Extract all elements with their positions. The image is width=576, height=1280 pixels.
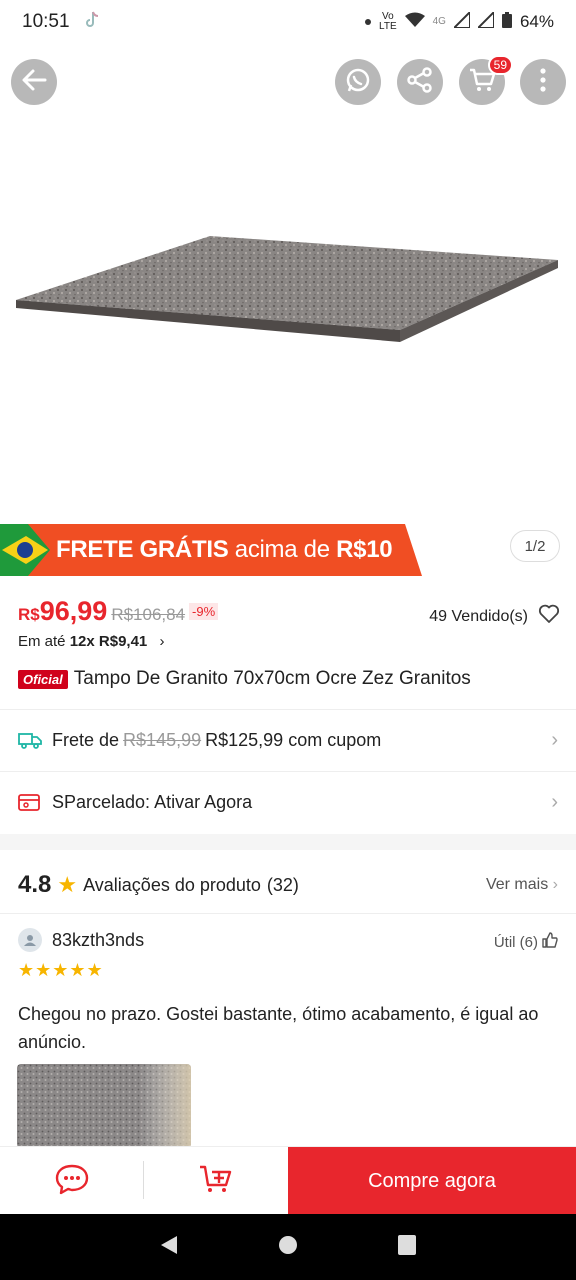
signal-2-icon: [475, 9, 495, 33]
price-value: 96,99: [39, 596, 108, 626]
share-icon: [406, 66, 434, 99]
official-badge: Oficial: [18, 669, 68, 689]
review-text: Chegou no prazo. Gostei bastante, ótimo …: [18, 1004, 539, 1052]
discount-badge: -9%: [189, 603, 219, 620]
sold-count: 49 Vendido(s): [429, 607, 528, 625]
nav-home-icon[interactable]: [277, 1234, 299, 1261]
signal-icon: [451, 9, 471, 33]
system-nav-bar: [0, 1214, 576, 1280]
add-to-cart-icon: [198, 1163, 234, 1200]
chevron-right-icon: ›: [551, 790, 558, 813]
shipping-old-price: R$145,99: [123, 729, 202, 750]
heart-icon[interactable]: [538, 604, 560, 629]
status-indicators: Vo LTE 4G 64%: [365, 9, 554, 33]
battery-percent: 64%: [519, 12, 554, 31]
reviewer: 83kzth3nds: [18, 928, 144, 952]
reviews-label: Avaliações do produto: [83, 874, 261, 895]
product-title-row: Oficial Tampo De Granito 70x70cm Ocre Ze…: [18, 668, 471, 690]
thumbs-up-icon: [542, 932, 558, 952]
shipping-new-price: R$125,99 com cupom: [205, 729, 382, 750]
reviewer-name: 83kzth3nds: [52, 929, 145, 950]
whatsapp-icon: [344, 66, 372, 99]
battery-icon: [501, 11, 512, 33]
section-divider: [0, 834, 576, 850]
volte-indicator: Vo LTE: [379, 11, 397, 32]
product-image[interactable]: [0, 120, 576, 520]
buy-now-button[interactable]: Compre agora: [288, 1147, 576, 1215]
truck-icon: [18, 731, 44, 749]
cart-button[interactable]: 59: [459, 55, 513, 105]
product-title: Tampo De Granito 70x70cm Ocre Zez Granit…: [73, 668, 471, 689]
bottom-action-bar: Compre agora: [0, 1146, 576, 1215]
chevron-right-icon: ›: [159, 633, 165, 650]
share-button[interactable]: [397, 59, 443, 105]
review-stars: ★★★★★: [18, 960, 104, 980]
old-price: R$106,84: [111, 605, 186, 624]
nav-back-icon[interactable]: [159, 1234, 179, 1261]
notification-dot-icon: [365, 19, 372, 25]
chevron-right-icon: ›: [552, 876, 558, 893]
price-row: R$ 96,99 R$106,84 -9%: [18, 596, 219, 627]
reviews-header: 4.8 ★ Avaliações do produto (32) Ver mai…: [0, 858, 576, 912]
sparcelado-icon: [18, 792, 44, 812]
chat-icon: [54, 1163, 90, 1200]
wifi-icon: [404, 12, 425, 33]
see-more-link[interactable]: Ver mais ›: [486, 876, 558, 894]
price-currency: R$: [18, 605, 40, 624]
status-bar: 10:51 Vo LTE 4G 64%: [0, 0, 576, 44]
cart-count-badge: 59: [487, 55, 513, 75]
more-options-button[interactable]: [520, 59, 566, 105]
reviews-count: (32): [266, 874, 299, 895]
whatsapp-button[interactable]: [335, 59, 381, 105]
sparcelado-label: SParcelado: Ativar Agora: [52, 791, 253, 812]
shipping-row[interactable]: Frete de R$145,99 R$125,99 com cupom ›: [0, 710, 576, 770]
divider: [0, 913, 576, 914]
image-page-indicator: 1/2: [510, 530, 560, 562]
sparcelado-row[interactable]: SParcelado: Ativar Agora ›: [0, 772, 576, 832]
status-time: 10:51: [22, 11, 70, 32]
free-shipping-banner: FRETE GRÁTIS acima de R$10: [0, 524, 422, 576]
network-4g-label: 4G: [432, 16, 446, 27]
sold-count-row: 49 Vendido(s): [429, 604, 560, 629]
tiktok-notification-icon: [84, 11, 100, 34]
star-icon: ★: [57, 872, 78, 897]
rating-value: 4.8: [18, 871, 52, 898]
nav-recents-icon[interactable]: [397, 1234, 417, 1261]
back-button[interactable]: [11, 59, 57, 105]
back-arrow-icon: [21, 67, 47, 98]
useful-button[interactable]: Útil (6): [494, 932, 558, 952]
installments-link[interactable]: Em até 12x R$9,41 ›: [18, 633, 164, 650]
chevron-right-icon: ›: [551, 728, 558, 751]
review-photo[interactable]: [17, 1064, 191, 1148]
promo-text: FRETE GRÁTIS acima de R$10: [56, 536, 393, 563]
chat-button[interactable]: [0, 1147, 144, 1215]
installments-value: 12x R$9,41: [69, 633, 148, 650]
more-icon: [540, 67, 546, 97]
avatar: [18, 928, 42, 952]
add-to-cart-button[interactable]: [144, 1147, 288, 1215]
brazil-flag-icon: [0, 524, 50, 576]
divider: [143, 1161, 144, 1199]
